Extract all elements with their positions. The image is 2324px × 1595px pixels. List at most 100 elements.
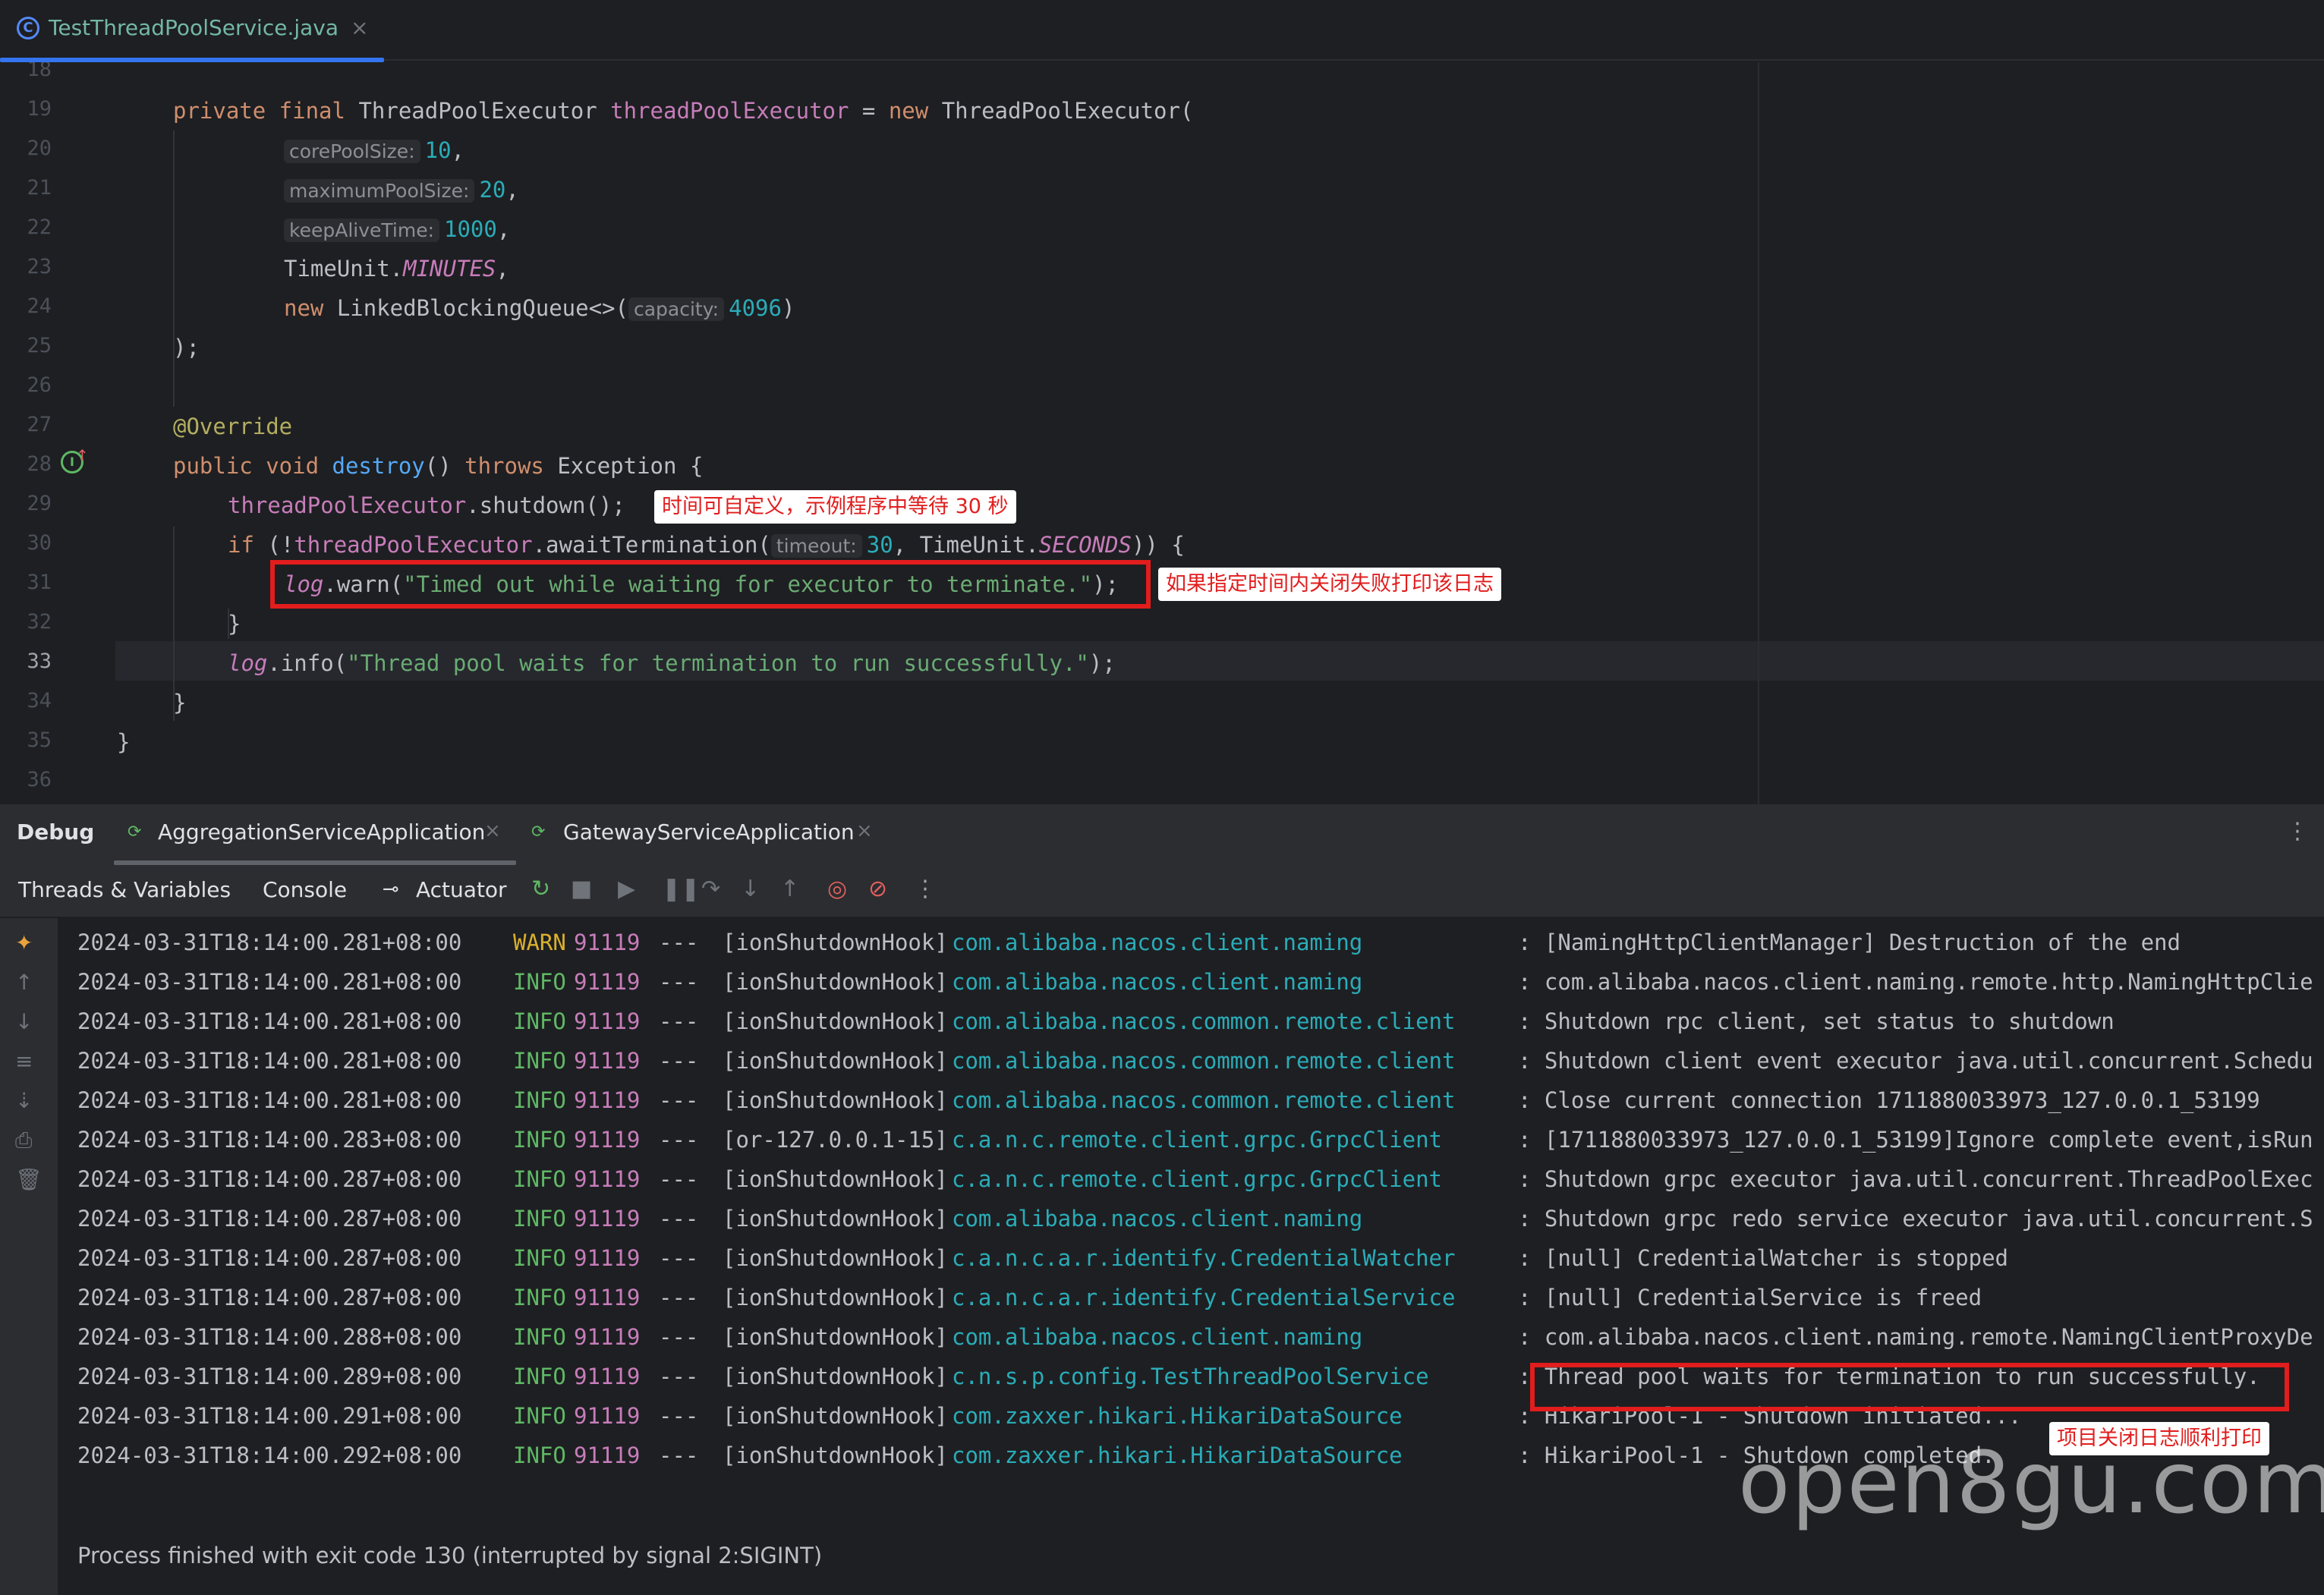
log-msg: : [NamingHttpClientManager] Destruction … (1518, 930, 2181, 955)
tab-gateway-service[interactable]: ⟳ GatewayServiceApplication × (531, 804, 880, 865)
close-icon[interactable]: × (484, 820, 501, 842)
code-line-35: } (117, 729, 131, 755)
close-icon[interactable]: × (856, 820, 873, 842)
tab-threads-variables[interactable]: Threads & Variables (18, 877, 231, 902)
debug-tool-window-header: Debug ⟳ AggregationServiceApplication × … (0, 804, 2324, 865)
log-logger[interactable]: com.zaxxer.hikari.HikariDataSource (952, 1396, 1403, 1436)
more-options-icon[interactable]: ⋮ (914, 876, 937, 902)
log-pid: 91119 (574, 1442, 641, 1468)
line-number: 19 (27, 97, 52, 121)
spring-run-icon: ⟳ (128, 823, 142, 842)
line-number: 26 (27, 373, 52, 397)
stop-icon[interactable]: ■ (571, 876, 592, 902)
log-logger[interactable]: com.alibaba.nacos.common.remote.client (952, 1002, 1455, 1041)
line-number: 23 (27, 255, 52, 278)
log-sep: --- (659, 1403, 699, 1429)
arrow-up-icon[interactable]: ↑ (15, 970, 33, 995)
code-editor[interactable]: 18 19 20 21 22 23 24 25 26 27 28 29 30 31 32 33 34 35 36 I… (0, 62, 2324, 804)
log-pid: 91119 (574, 1245, 641, 1271)
log-msg: : com.alibaba.nacos.client.naming.remote… (1518, 969, 2313, 995)
log-pid: 91119 (574, 1403, 641, 1429)
soft-wrap-icon[interactable]: ≡ (15, 1049, 33, 1074)
log-thread: [or-127.0.0.1-15] (723, 1127, 948, 1153)
log-ts: 2024-03-31T18:14:00.291+08:00 (77, 1403, 462, 1429)
log-thread: [ionShutdownHook] (723, 930, 948, 955)
mute-breakpoints-icon[interactable]: ⊘ (868, 876, 887, 902)
log-ts: 2024-03-31T18:14:00.289+08:00 (77, 1364, 462, 1389)
trash-icon[interactable]: 🗑 (15, 1167, 43, 1192)
class-icon: C (17, 17, 39, 39)
log-logger[interactable]: com.alibaba.nacos.client.naming (952, 962, 1362, 1002)
close-icon[interactable]: × (351, 15, 368, 40)
code-line-28: public void destroy() throws Exception { (173, 453, 704, 479)
log-pid: 91119 (574, 969, 641, 995)
rerun-icon[interactable]: ↻ (531, 876, 550, 902)
log-thread: [ionShutdownHook] (723, 1166, 948, 1192)
log-logger[interactable]: c.a.n.c.remote.client.grpc.GrpcClient (952, 1120, 1442, 1159)
log-pid: 91119 (574, 1285, 641, 1310)
resume-icon[interactable]: ▶ (618, 876, 635, 902)
parameter-hint: corePoolSize: (284, 140, 420, 163)
pause-icon[interactable]: ❚❚ (662, 876, 700, 902)
tab-actuator[interactable]: Actuator (416, 877, 507, 902)
timeout-annotation-label: 时间可自定义，示例程序中等待 30 秒 (654, 490, 1016, 524)
right-margin-guide (1758, 62, 1759, 804)
step-into-icon[interactable]: ↓ (741, 876, 760, 902)
log-logger[interactable]: c.a.n.c.a.r.identify.CredentialWatcher (952, 1238, 1455, 1278)
log-sep: --- (659, 1442, 699, 1468)
log-logger[interactable]: c.a.n.c.a.r.identify.CredentialService (952, 1278, 1455, 1317)
code-line-27: @Override (173, 414, 293, 439)
parameter-hint: timeout: (770, 534, 862, 558)
line-number: 32 (27, 610, 52, 634)
spring-run-icon: ⟳ (531, 823, 546, 842)
log-logger[interactable]: com.alibaba.nacos.client.naming (952, 923, 1362, 962)
log-logger[interactable]: c.a.n.c.remote.client.grpc.GrpcClient (952, 1159, 1442, 1199)
log-sep: --- (659, 1285, 699, 1310)
log-sep: --- (659, 969, 699, 995)
log-ts: 2024-03-31T18:14:00.281+08:00 (77, 930, 462, 955)
line-number: 33 (27, 650, 52, 673)
log-level: INFO (513, 1127, 566, 1153)
log-ts: 2024-03-31T18:14:00.287+08:00 (77, 1285, 462, 1310)
log-logger[interactable]: com.zaxxer.hikari.HikariDataSource (952, 1436, 1403, 1475)
log-sep: --- (659, 1324, 699, 1350)
line-number: 35 (27, 728, 52, 752)
code-line-19: private final ThreadPoolExecutor threadP… (173, 98, 1194, 124)
log-logger[interactable]: com.alibaba.nacos.client.naming (952, 1317, 1362, 1357)
log-level: WARN (513, 930, 566, 955)
tab-aggregation-service[interactable]: ⟳ AggregationServiceApplication × (114, 804, 516, 865)
log-sep: --- (659, 1008, 699, 1034)
editor-tab-testthreadpoolservice[interactable]: C TestThreadPoolService.java × (0, 0, 384, 62)
scroll-to-end-icon[interactable]: ⇣ (15, 1088, 33, 1113)
success-log-highlight-box (1530, 1363, 2289, 1411)
tab-label: GatewayServiceApplication (563, 820, 855, 845)
arrow-down-icon[interactable]: ↓ (15, 1009, 33, 1034)
log-logger[interactable]: com.alibaba.nacos.common.remote.client (952, 1081, 1455, 1120)
step-out-icon[interactable]: ↑ (780, 876, 799, 902)
line-number: 31 (27, 571, 52, 594)
log-logger[interactable]: com.alibaba.nacos.client.naming (952, 1199, 1362, 1238)
debug-title: Debug (17, 820, 95, 845)
step-over-icon[interactable]: ↷ (701, 876, 720, 902)
tab-console[interactable]: Console (263, 877, 347, 902)
log-level: INFO (513, 1008, 566, 1034)
line-number: 20 (27, 137, 52, 160)
line-number: 30 (27, 531, 52, 555)
code-line-21: maximumPoolSize: 20, (284, 170, 519, 211)
log-logger[interactable]: c.n.s.p.config.TestThreadPoolService (952, 1357, 1429, 1396)
view-breakpoints-icon[interactable]: ◎ (827, 876, 847, 902)
editor-tab-label: TestThreadPoolService.java (49, 15, 339, 40)
more-options-icon[interactable]: ⋮ (2286, 818, 2309, 845)
log-ts: 2024-03-31T18:14:00.287+08:00 (77, 1166, 462, 1192)
code-line-20: corePoolSize: 10, (284, 131, 464, 171)
line-number: 21 (27, 176, 52, 200)
log-sep: --- (659, 1364, 699, 1389)
exit-message: Process finished with exit code 130 (int… (77, 1543, 823, 1568)
log-ts: 2024-03-31T18:14:00.281+08:00 (77, 1008, 462, 1034)
debugger-icon[interactable]: ✦ (15, 930, 33, 955)
log-msg: : Shutdown grpc executor java.util.concu… (1518, 1166, 2313, 1192)
log-level: INFO (513, 1324, 566, 1350)
print-icon[interactable]: ⎙ (15, 1128, 32, 1153)
log-ts: 2024-03-31T18:14:00.281+08:00 (77, 1048, 462, 1074)
log-logger[interactable]: com.alibaba.nacos.common.remote.client (952, 1041, 1455, 1081)
